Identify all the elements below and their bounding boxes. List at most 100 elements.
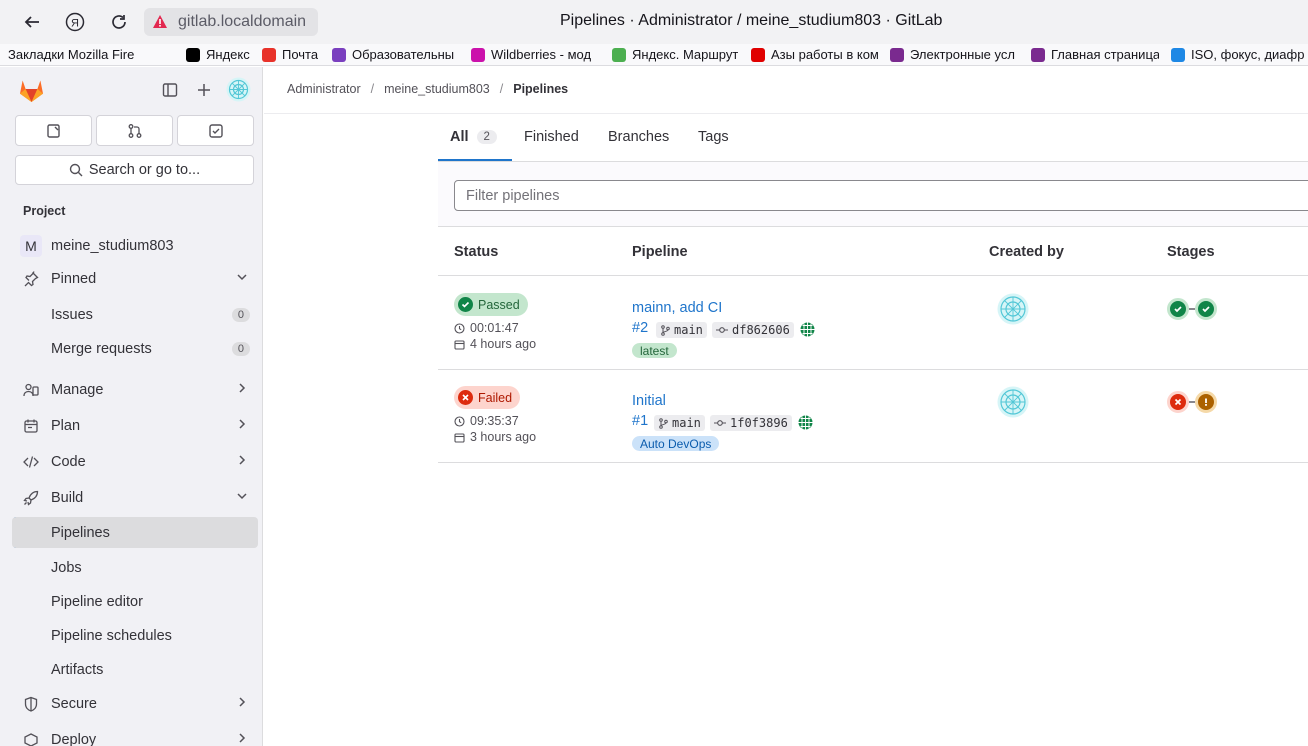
search-icon [69,163,83,177]
merge-requests-count: 0 [231,341,250,356]
sidebar-toggle-icon[interactable] [159,79,181,101]
gitlab-logo-icon[interactable] [18,77,45,103]
bookmark-item[interactable]: ISO, фокус, диафр [1171,47,1308,62]
sidebar-item-pipelines[interactable]: Pipelines [12,517,258,548]
branch-name: main [674,323,703,337]
search-button[interactable]: Search or go to... [15,155,254,185]
status-label: Passed [478,297,520,312]
tab-tags[interactable]: Tags [698,129,729,145]
bookmark-item[interactable]: Wildberries - мод [471,47,599,62]
stage-status-failed[interactable] [1167,391,1189,413]
bookmark-item[interactable]: Яндекс [186,47,256,62]
todo-list-button[interactable] [177,115,254,146]
yandex-logo-icon[interactable]: Я [63,10,87,34]
breadcrumb: Administrator / meine_studium803 / Pipel… [287,82,568,96]
bookmark-item[interactable]: Образовательны [332,47,460,62]
bookmark-label: Главная страница [1051,47,1159,62]
duration: 00:01:47 [454,321,519,335]
sidebar-item-artifacts[interactable]: Artifacts [12,654,258,685]
sidebar-header [0,67,262,113]
breadcrumb-current[interactable]: Pipelines [513,82,568,96]
commit-sha[interactable]: 1f0f3896 [710,415,792,431]
sidebar-item-build[interactable]: Build [12,482,258,513]
bookmark-label: Закладки Mozilla Fire [8,47,135,62]
sidebar-item-code[interactable]: Code [12,446,258,477]
users-icon [22,381,40,399]
tab-finished[interactable]: Finished [524,129,579,145]
user-avatar[interactable] [226,77,251,102]
column-header-stages: Stages [1167,244,1215,260]
reload-icon[interactable] [107,10,131,34]
branch-ref[interactable]: main [656,322,707,338]
breadcrumb-item[interactable]: meine_studium803 [384,82,490,96]
stage-status-warning[interactable] [1195,391,1217,413]
sidebar-item-label: Merge requests [51,340,152,357]
tab-branches[interactable]: Branches [608,129,669,145]
bookmark-favicon-icon [332,47,346,62]
tab-count: 2 [476,130,497,144]
column-header-created-by: Created by [989,244,1064,260]
thumbtack-icon [22,270,40,288]
chevron-right-icon [236,696,248,712]
bookmark-favicon-icon [751,47,765,62]
stage-status-success[interactable] [1195,298,1217,320]
sidebar-item-merge-requests[interactable]: Merge requests 0 [12,333,258,364]
check-icon [1202,306,1210,313]
bookmark-item[interactable]: Яндекс. Маршрут [612,47,740,62]
pipeline-id-link[interactable]: #2 [632,320,648,336]
project-name: meine_studium803 [51,237,174,254]
sidebar-item-pipeline-editor[interactable]: Pipeline editor [12,586,258,617]
bookmark-item[interactable]: Закладки Mozilla Fire [8,47,176,62]
back-arrow-icon[interactable] [20,10,44,34]
calendar-icon [22,417,40,435]
filter-pipelines-input[interactable]: Filter pipelines [454,180,1308,211]
bookmark-item[interactable]: Азы работы в ком [751,47,879,62]
chevron-down-icon [236,490,248,506]
project-avatar: M [20,234,42,257]
project-link[interactable]: M meine_studium803 [12,230,258,261]
finished-text: 4 hours ago [470,337,537,351]
rocket-icon [22,489,40,507]
pipeline-commit-title[interactable]: mainn, add CI [632,300,722,316]
search-label: Search or go to... [88,162,201,178]
branch-ref[interactable]: main [654,415,705,431]
create-new-icon[interactable] [193,79,215,101]
merge-requests-button[interactable] [96,115,173,146]
bookmark-item[interactable]: Электронные усл [890,47,1018,62]
committer-avatar-icon[interactable] [798,415,813,430]
sidebar-item-label: Pipeline schedules [51,627,172,644]
sidebar-item-issues[interactable]: Issues 0 [12,299,258,330]
sidebar-item-pipeline-schedules[interactable]: Pipeline schedules [12,620,258,651]
pipeline-tabs: All 2 Finished Branches Tags [438,113,1308,162]
tab-all[interactable]: All 2 [450,129,497,145]
sidebar-item-secure[interactable]: Secure [12,688,258,719]
creator-avatar[interactable] [997,386,1029,418]
deploy-icon [22,731,40,746]
status-badge[interactable]: Failed [454,386,521,409]
sidebar-item-deploy[interactable]: Deploy [12,724,258,746]
bookmark-label: Яндекс. Маршрут [632,47,739,62]
timer-icon [454,322,465,334]
commit-sha[interactable]: df862606 [712,322,794,338]
sidebar-item-jobs[interactable]: Jobs [12,552,258,583]
filter-bar: Filter pipelines [438,162,1308,227]
committer-avatar-icon[interactable] [800,322,815,337]
pipeline-id-link[interactable]: #1 [632,413,648,429]
url-bar[interactable]: gitlab.localdomain [144,8,318,36]
sidebar-item-plan[interactable]: Plan [12,410,258,441]
bookmark-item[interactable]: Почта [262,47,326,62]
bookmark-label: ISO, фокус, диафр [1191,47,1305,62]
stage-status-success[interactable] [1167,298,1189,320]
sidebar-item-manage[interactable]: Manage [12,374,258,405]
bookmark-item[interactable]: Главная страница [1031,47,1159,62]
breadcrumb-item[interactable]: Administrator [287,82,361,96]
finished-text: 3 hours ago [470,430,537,444]
sidebar-item-label: Code [51,453,86,470]
pipeline-commit-title[interactable]: Initial [632,393,666,409]
status-badge[interactable]: Passed [454,293,528,316]
assigned-issues-button[interactable] [15,115,92,146]
todo-icon [208,123,223,138]
creator-avatar[interactable] [997,293,1029,325]
sidebar-item-pinned[interactable]: Pinned [12,263,258,294]
sidebar-item-label: Artifacts [51,661,104,678]
